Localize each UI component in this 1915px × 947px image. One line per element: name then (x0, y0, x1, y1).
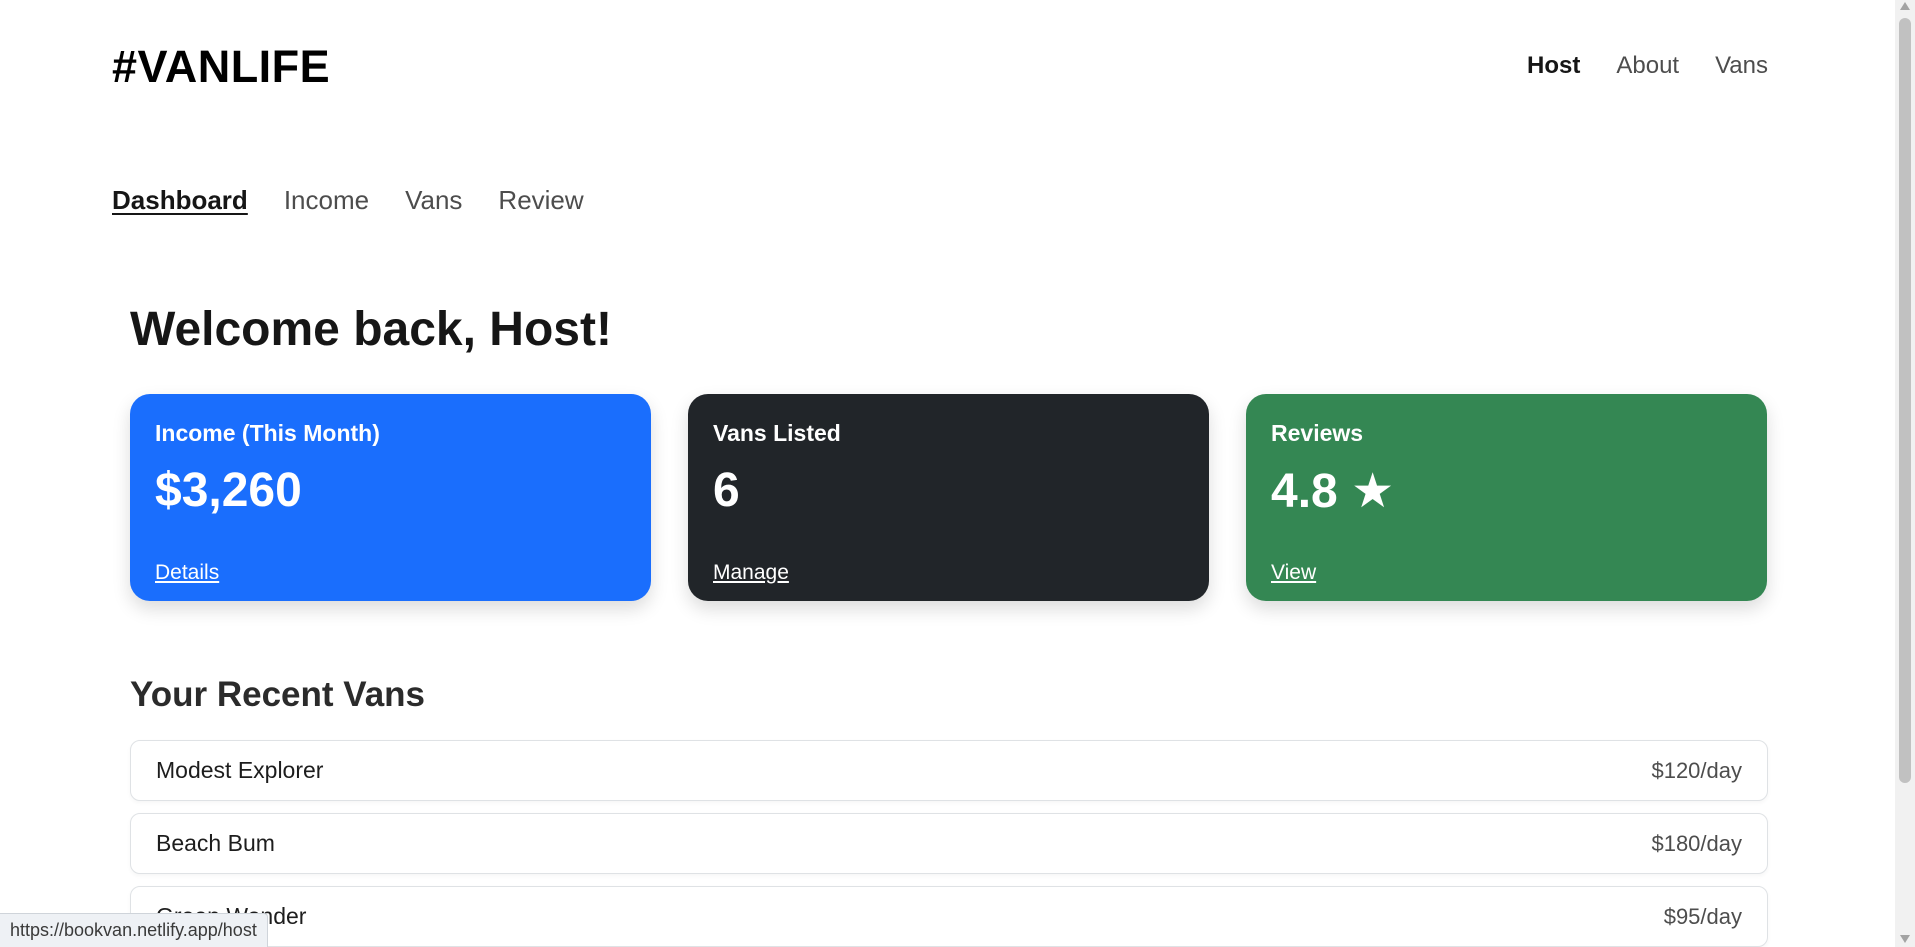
income-card-title: Income (This Month) (155, 420, 380, 446)
host-nav-dashboard[interactable]: Dashboard (112, 185, 248, 216)
host-nav-income[interactable]: Income (284, 185, 369, 216)
reviews-card-title: Reviews (1271, 420, 1364, 446)
list-item[interactable]: Green Wonder $95/day (130, 886, 1768, 947)
nav-link-vans[interactable]: Vans (1715, 52, 1768, 80)
host-subnav: Dashboard Income Vans Review (112, 185, 584, 216)
vertical-scrollbar[interactable] (1895, 0, 1915, 947)
host-nav-review[interactable]: Review (498, 185, 583, 216)
vans-listed-card-value: 6 (713, 464, 740, 517)
scroll-down-arrow-icon[interactable] (1900, 935, 1910, 943)
vans-listed-card: Vans Listed 6 Manage (688, 394, 1209, 601)
list-item[interactable]: Modest Explorer $120/day (130, 740, 1768, 801)
vans-manage-link[interactable]: Manage (713, 561, 789, 585)
reviews-card-value: 4.8 ★ (1271, 465, 1395, 518)
site-header: #VANLIFE Host About Vans (0, 0, 1895, 140)
host-nav-vans[interactable]: Vans (405, 185, 462, 216)
list-item[interactable]: Beach Bum $180/day (130, 813, 1768, 874)
van-price: $120/day (1651, 757, 1742, 783)
recent-vans-list: Modest Explorer $120/day Beach Bum $180/… (130, 740, 1768, 947)
van-name: Beach Bum (156, 830, 275, 856)
reviews-card: Reviews 4.8 ★ View (1246, 394, 1767, 601)
stats-cards: Income (This Month) $3,260 Details Vans … (130, 394, 1767, 601)
vans-listed-card-title: Vans Listed (713, 420, 841, 446)
page-title: Welcome back, Host! (130, 303, 612, 356)
main-nav: Host About Vans (1527, 52, 1768, 80)
scrollbar-thumb[interactable] (1899, 18, 1911, 783)
status-bar-url: https://bookvan.netlify.app/host (0, 913, 268, 947)
income-card-value: $3,260 (155, 464, 302, 517)
page: #VANLIFE Host About Vans Dashboard Incom… (0, 0, 1915, 947)
van-name: Modest Explorer (156, 757, 324, 783)
income-details-link[interactable]: Details (155, 561, 219, 585)
van-price: $180/day (1651, 830, 1742, 856)
income-card: Income (This Month) $3,260 Details (130, 394, 651, 601)
nav-link-about[interactable]: About (1616, 52, 1679, 80)
nav-link-host[interactable]: Host (1527, 52, 1580, 80)
scroll-up-arrow-icon[interactable] (1900, 2, 1910, 10)
site-logo[interactable]: #VANLIFE (112, 42, 330, 92)
van-price: $95/day (1663, 903, 1742, 929)
reviews-view-link[interactable]: View (1271, 561, 1316, 585)
recent-vans-heading: Your Recent Vans (130, 675, 426, 714)
